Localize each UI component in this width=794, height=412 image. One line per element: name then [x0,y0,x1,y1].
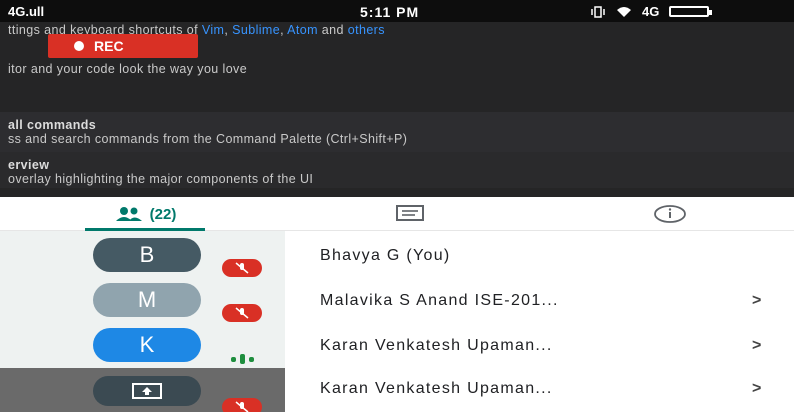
participant-row[interactable]: K Karan Venkatesh Upaman... > [0,321,794,366]
wifi-icon [617,6,631,17]
participant-name: Karan Venkatesh Upaman... [320,337,553,354]
signal-indicator: 4G.ull [8,4,45,19]
shared-screen: 4G.ull 5:11 PM 4G ttings and keyboard sh… [0,0,794,197]
avatar: M [93,283,201,317]
chevron-right-icon[interactable]: > [752,292,761,310]
info-icon [654,205,686,223]
record-dot-icon [74,41,84,51]
battery-icon [669,6,713,17]
people-icon [115,207,142,221]
status-bar: 4G.ull 5:11 PM 4G [0,0,794,22]
tab-people[interactable]: (22) [75,197,215,231]
participant-name: Malavika S Anand ISE-201... [320,292,559,309]
link-atom[interactable]: Atom [287,23,318,37]
recording-badge: REC [48,34,198,58]
speaking-indicator-icon [222,353,262,365]
participant-row[interactable]: B Bhavya G (You) [0,231,794,277]
chevron-right-icon[interactable]: > [752,380,761,398]
network-type: 4G [642,4,660,19]
mic-off-icon [222,259,262,277]
participant-name: Karan Venkatesh Upaman... [320,380,553,397]
tab-bar: (22) [0,197,794,231]
avatar: B [93,238,201,272]
mic-off-icon [222,304,262,322]
tab-chat[interactable] [360,197,460,231]
welcome-line-commands: ss and search commands from the Command … [8,132,408,146]
welcome-line-overview: overlay highlighting the major component… [8,172,314,186]
participant-row[interactable]: M Malavika S Anand ISE-201... > [0,276,794,322]
welcome-heading-commands: all commands [8,118,97,132]
welcome-line-theme: itor and your code look the way you love [8,62,248,76]
screen-share-icon [93,376,201,406]
welcome-heading-overview: erview [8,158,50,172]
chevron-right-icon[interactable]: > [752,337,761,355]
tab-info[interactable] [620,197,720,231]
status-icons: 4G [590,4,713,19]
participant-list: B Bhavya G (You) M Malavika S Anand ISE-… [0,231,794,412]
link-vim[interactable]: Vim [202,23,225,37]
chat-icon [396,205,424,221]
link-sublime[interactable]: Sublime [232,23,280,37]
link-others[interactable]: others [348,23,385,37]
recording-label: REC [94,38,124,54]
status-time: 5:11 PM [360,4,420,20]
avatar: K [93,328,201,362]
people-count: (22) [149,205,177,223]
vibrate-icon [591,5,605,18]
participant-row[interactable]: Karan Venkatesh Upaman... > [0,368,794,412]
mic-off-icon [222,398,262,412]
participant-name: Bhavya G (You) [320,247,451,264]
